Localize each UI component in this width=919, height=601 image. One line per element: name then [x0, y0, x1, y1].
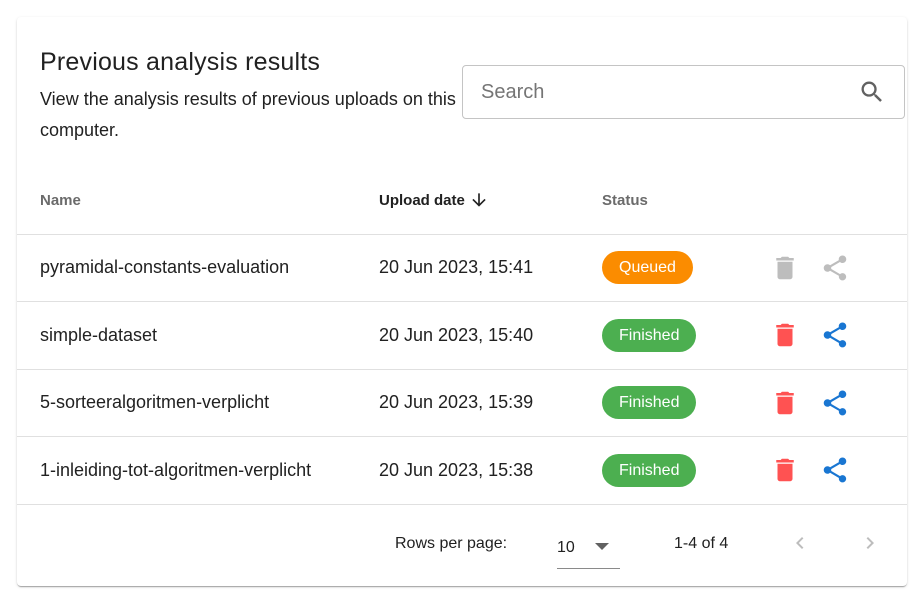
next-page-button[interactable]	[852, 525, 888, 561]
results-card: Previous analysis results View the analy…	[17, 17, 907, 586]
table-row[interactable]: 5-sorteeralgoritmen-verplicht 20 Jun 202…	[17, 369, 907, 437]
status-badge: Finished	[602, 386, 697, 420]
cell-status: Finished	[602, 436, 762, 505]
chevron-right-icon	[866, 537, 874, 549]
share-icon	[823, 390, 847, 416]
share-button[interactable]	[817, 385, 853, 421]
arrow-down-icon	[472, 193, 486, 207]
cell-actions	[762, 369, 907, 437]
trash-icon	[776, 324, 794, 347]
previous-page-button[interactable]	[782, 525, 818, 561]
pagination-range: 1-4 of 4	[674, 535, 729, 552]
delete-button[interactable]	[767, 250, 803, 286]
search-input[interactable]	[479, 65, 858, 119]
column-header-upload-date[interactable]: Upload date	[379, 167, 602, 235]
trash-icon	[776, 459, 794, 482]
sort-upload-date[interactable]: Upload date	[379, 190, 489, 210]
column-header-status: Status	[602, 167, 762, 235]
rows-per-page-value: 10	[557, 538, 575, 556]
column-header-name: Name	[17, 167, 379, 235]
cell-name: 5-sorteeralgoritmen-verplicht	[17, 369, 379, 437]
cell-name: simple-dataset	[17, 301, 379, 370]
trash-icon	[776, 256, 794, 279]
trash-icon	[776, 391, 794, 414]
table-header-row: Name Upload date Status	[17, 167, 907, 235]
page-subtitle: View the analysis results of previous up…	[40, 89, 456, 140]
share-icon	[823, 457, 847, 483]
cell-actions	[762, 234, 907, 302]
share-icon	[823, 322, 847, 348]
status-badge: Queued	[602, 251, 693, 285]
rows-per-page-select[interactable]: 10	[557, 525, 620, 569]
cell-name: pyramidal-constants-evaluation	[17, 234, 379, 302]
cell-upload-date: 20 Jun 2023, 15:38	[379, 436, 602, 505]
cell-name: 1-inleiding-tot-algoritmen-verplicht	[17, 436, 379, 505]
caret-down-icon	[595, 543, 609, 550]
status-badge: Finished	[602, 453, 697, 487]
results-table: Name Upload date Status pyramidal-consta…	[17, 167, 907, 505]
share-button[interactable]	[817, 317, 853, 353]
cell-upload-date: 20 Jun 2023, 15:40	[379, 301, 602, 370]
chevron-left-icon	[796, 537, 804, 549]
cell-upload-date: 20 Jun 2023, 15:39	[379, 369, 602, 437]
cell-actions	[762, 436, 907, 505]
share-icon	[823, 255, 847, 281]
cell-status: Queued	[602, 234, 762, 302]
table-row[interactable]: 1-inleiding-tot-algoritmen-verplicht 20 …	[17, 436, 907, 505]
cell-upload-date: 20 Jun 2023, 15:41	[379, 234, 602, 302]
delete-button[interactable]	[767, 452, 803, 488]
cell-status: Finished	[602, 369, 762, 437]
table-row[interactable]: pyramidal-constants-evaluation 20 Jun 20…	[17, 234, 907, 302]
cell-actions	[762, 301, 907, 370]
share-button[interactable]	[817, 250, 853, 286]
column-header-actions	[762, 167, 907, 235]
delete-button[interactable]	[767, 385, 803, 421]
cell-status: Finished	[602, 301, 762, 370]
page-title: Previous analysis results	[40, 48, 321, 76]
status-badge: Finished	[602, 318, 697, 352]
rows-per-page-label: Rows per page:	[395, 535, 508, 552]
search-icon[interactable]	[858, 78, 886, 106]
search-field[interactable]	[462, 65, 905, 119]
delete-button[interactable]	[767, 317, 803, 353]
pagination: Rows per page: 10 1-4 of 4	[17, 505, 907, 586]
share-button[interactable]	[817, 452, 853, 488]
table-row[interactable]: simple-dataset 20 Jun 2023, 15:40 Finish…	[17, 301, 907, 370]
